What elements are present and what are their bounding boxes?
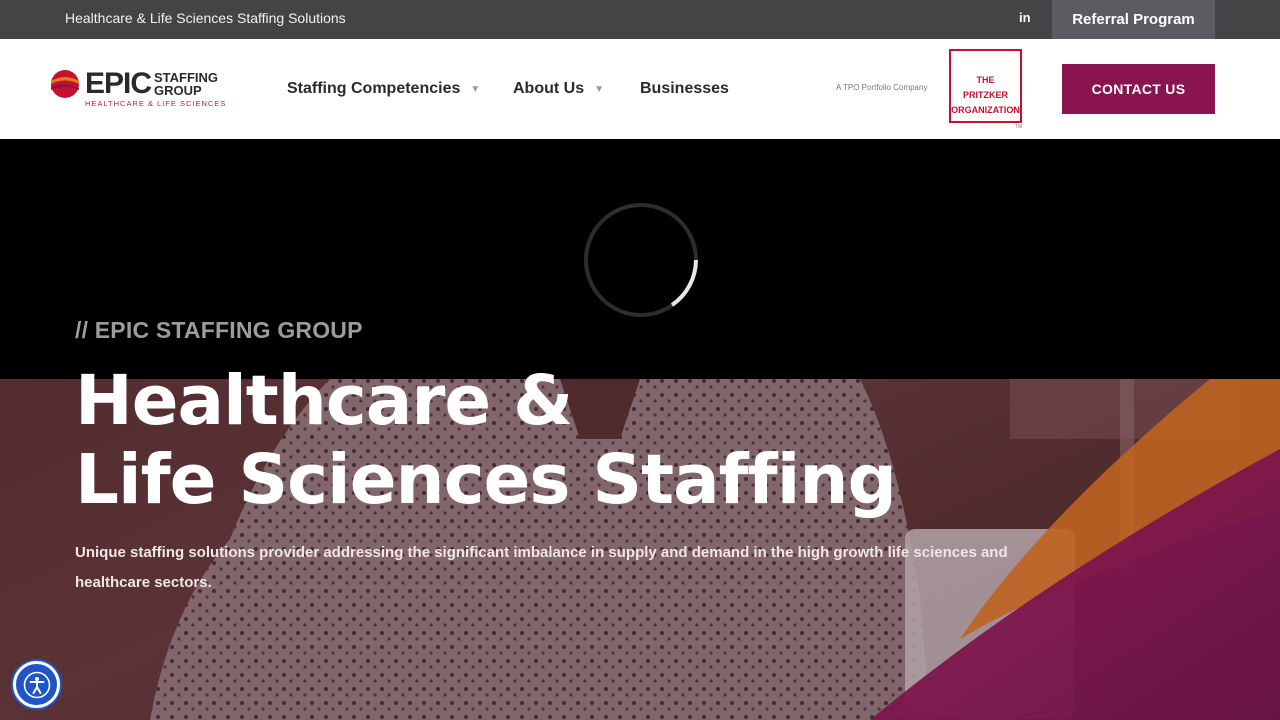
logo-staffing-text: STAFFING GROUP [154, 71, 218, 97]
nav-item-staffing-competencies[interactable]: Staffing Competencies ▼ [287, 39, 480, 139]
hero-headline-line2: Life Sciences Staffing [75, 440, 897, 520]
linkedin-icon[interactable]: in [1019, 10, 1031, 25]
nav-label: Staffing Competencies [287, 80, 461, 97]
tpo-logo-line2: PRITZKER [963, 90, 1008, 100]
tpo-logo-line3: ORGANIZATION [951, 105, 1020, 115]
hero-eyebrow: // EPIC STAFFING GROUP [75, 317, 363, 343]
nav-item-about-us[interactable]: About Us ▼ [513, 39, 604, 139]
pritzker-organization-logo[interactable]: THE PRITZKER ORGANIZATION [949, 49, 1022, 123]
contact-us-button[interactable]: CONTACT US [1062, 64, 1215, 114]
referral-program-button[interactable]: Referral Program [1052, 0, 1215, 39]
accessibility-icon [23, 671, 50, 698]
hero-section: // EPIC STAFFING GROUP Healthcare & Life… [0, 139, 1280, 720]
site-header: EPIC STAFFING GROUP HEALTHCARE & LIFE SC… [0, 39, 1280, 139]
hero-headline-line1: Healthcare & [75, 361, 573, 441]
tpo-logo-line1: THE [976, 75, 995, 85]
hero-headline: Healthcare & Life Sciences Staffing [75, 361, 897, 520]
accessibility-button[interactable] [13, 661, 60, 708]
nav-item-businesses[interactable]: Businesses [640, 39, 729, 139]
site-logo[interactable]: EPIC STAFFING GROUP HEALTHCARE & LIFE SC… [50, 67, 230, 111]
tpo-portfolio-text: A TPO Portfolio Company [836, 83, 928, 92]
chevron-down-icon: ▼ [470, 83, 481, 95]
logo-epic-text: EPIC [85, 67, 152, 100]
logo-mark-icon [51, 70, 79, 98]
logo-subtitle: HEALTHCARE & LIFE SCIENCES [85, 99, 227, 108]
top-bar: Healthcare & Life Sciences Staffing Solu… [0, 0, 1280, 39]
top-bar-tagline: Healthcare & Life Sciences Staffing Solu… [65, 10, 346, 26]
loading-spinner-icon [584, 203, 698, 317]
nav-label: Businesses [640, 80, 729, 97]
logo-staffing-line2: GROUP [154, 83, 202, 98]
hero-description: Unique staffing solutions provider addre… [75, 544, 1008, 591]
tpo-trademark: TM [1015, 124, 1023, 130]
chevron-down-icon: ▼ [594, 83, 605, 95]
nav-label: About Us [513, 80, 585, 97]
